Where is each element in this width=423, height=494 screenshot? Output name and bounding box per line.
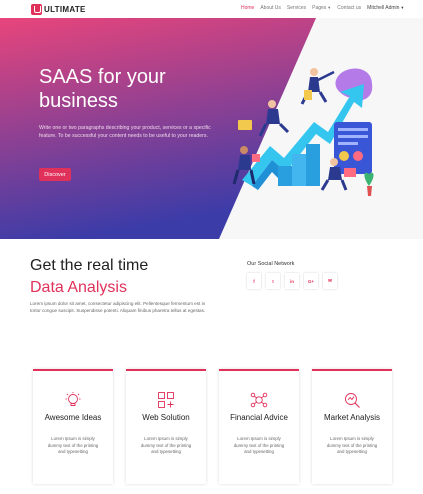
twitter-icon[interactable]: t — [266, 273, 280, 289]
section-headline-line1: Get the real time — [30, 257, 149, 274]
card-title: Web Solution — [142, 413, 190, 422]
card-text: Lorem Ipsum is simply dummy text of the … — [47, 436, 99, 454]
business-growth-illustration — [232, 68, 374, 196]
lightbulb-icon — [65, 392, 81, 406]
card-text: Lorem Ipsum is simply dummy text of the … — [326, 436, 378, 454]
hero-section: SAAS for your business Write one or two … — [0, 18, 423, 239]
logo-mark-icon — [31, 4, 42, 15]
user-menu[interactable]: Mitchell Admin▼ — [367, 5, 404, 11]
hero-description: Write one or two paragraphs describing y… — [39, 125, 211, 139]
facebook-icon[interactable]: f — [247, 273, 261, 289]
market-analysis-icon — [345, 393, 360, 408]
section-headline-line2: Data Analysis — [30, 279, 127, 296]
nav-home[interactable]: Home — [241, 5, 254, 11]
linkedin-icon[interactable]: in — [285, 273, 299, 289]
feature-card: Web Solution Lorem Ipsum is simply dummy… — [126, 369, 206, 484]
section-body-text: Lorem ipsum dolor sit amet, consectetur … — [30, 301, 206, 313]
card-title: Financial Advice — [230, 413, 288, 422]
nav-contact-us[interactable]: Contact us — [337, 5, 361, 11]
nav-about-us[interactable]: About Us — [260, 5, 281, 11]
social-links: f t in G+ ✉ — [247, 273, 342, 289]
brand-logo[interactable]: ULTIMATE — [31, 4, 86, 15]
logo-text: ULTIMATE — [44, 5, 86, 14]
card-title: Awesome Ideas — [44, 413, 102, 422]
feature-card: Awesome Ideas Lorem Ipsum is simply dumm… — [33, 369, 113, 484]
google-plus-icon[interactable]: G+ — [304, 273, 318, 289]
card-text: Lorem Ipsum is simply dummy text of the … — [140, 436, 192, 454]
financial-icon — [250, 392, 268, 408]
feature-card: Financial Advice Lorem Ipsum is simply d… — [219, 369, 299, 484]
top-navbar: ULTIMATE Home About Us Services Pages▼ C… — [0, 0, 423, 18]
email-icon[interactable]: ✉ — [323, 273, 337, 289]
social-network-title: Our Social Network — [247, 261, 295, 267]
nav-pages-label: Pages — [312, 5, 327, 11]
discover-button[interactable]: Discover — [39, 168, 71, 181]
card-title: Market Analysis — [323, 413, 381, 422]
card-text: Lorem Ipsum is simply dummy text of the … — [233, 436, 285, 454]
user-name: Mitchell Admin — [367, 5, 400, 11]
nav-services[interactable]: Services — [287, 5, 306, 11]
main-menu: Home About Us Services Pages▼ Contact us… — [241, 5, 410, 11]
feature-card: Market Analysis Lorem Ipsum is simply du… — [312, 369, 392, 484]
chevron-down-icon: ▼ — [400, 5, 405, 10]
nav-pages[interactable]: Pages▼ — [312, 5, 331, 11]
web-grid-icon — [158, 392, 174, 408]
hero-title: SAAS for your business — [39, 66, 166, 112]
chevron-down-icon: ▼ — [327, 5, 332, 10]
